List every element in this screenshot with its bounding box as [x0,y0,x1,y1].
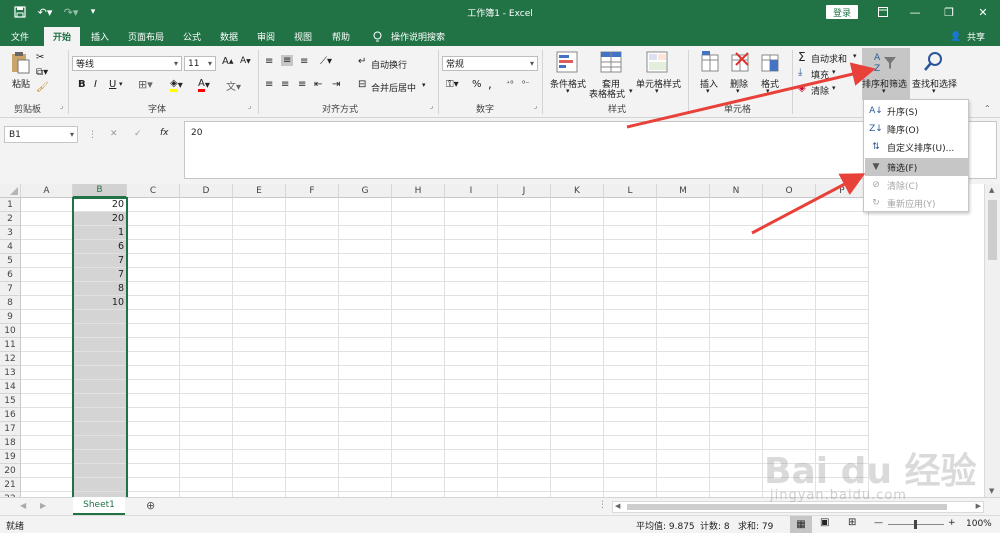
watermark-url: jingyan.baidu.com [770,488,907,503]
arrow-to-filter-item [751,173,866,235]
watermark-logo: Bai du 经验 [764,451,977,492]
arrow-to-sort-filter [626,62,876,129]
